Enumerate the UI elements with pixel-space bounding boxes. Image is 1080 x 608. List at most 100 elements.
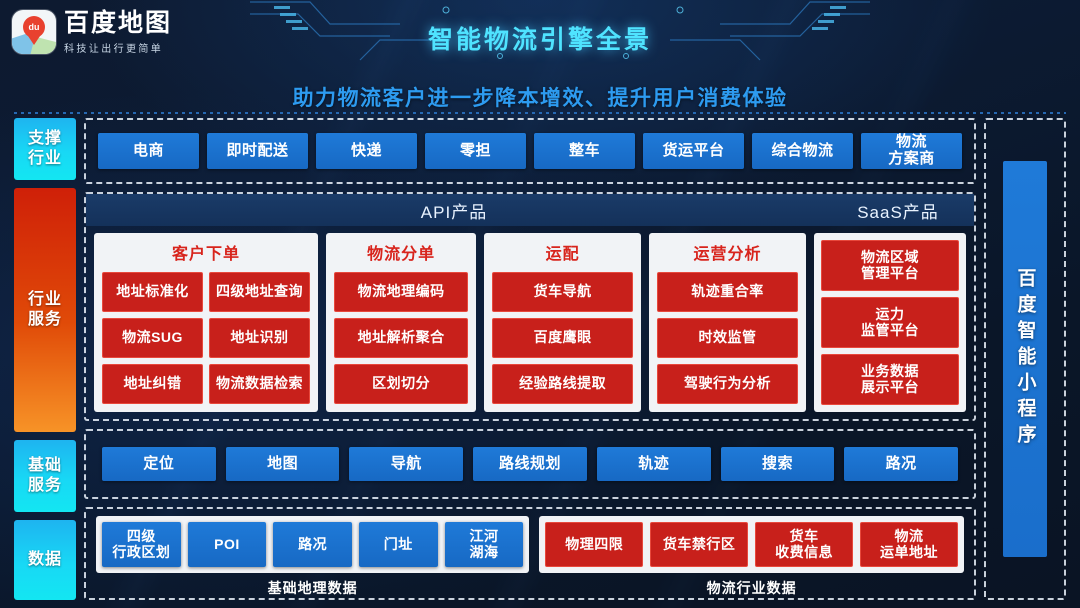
header-subtitle-wrap: 助力物流客户进一步降本增效、提升用户消费体验 bbox=[0, 82, 1080, 112]
api-feature-chip[interactable]: 物流SUG bbox=[102, 318, 203, 358]
api-feature-chip[interactable]: 货车导航 bbox=[492, 272, 634, 312]
mini-program-label: 百度智能小程序 bbox=[1014, 267, 1036, 450]
data-panel: 四级 行政区划 POI 路况 门址 江河 湖海 bbox=[96, 516, 530, 573]
support-industry-button[interactable]: 快递 bbox=[316, 133, 417, 169]
base-service-label: 路况 bbox=[885, 454, 917, 472]
api-card-column: 地址标准化物流SUG 地址纠错 bbox=[102, 272, 203, 404]
rail-label-data: 数据 bbox=[14, 520, 76, 600]
base-service-button[interactable]: 轨迹 bbox=[596, 447, 711, 481]
api-card-column: 物流地理编码 地址解析聚合 区划切分 bbox=[334, 272, 469, 404]
api-product-card: 物流分单物流地理编码 地址解析聚合 区划切分 bbox=[326, 233, 477, 412]
support-industry-button[interactable]: 物流 方案商 bbox=[861, 133, 962, 169]
rail-base-line2: 服务 bbox=[27, 477, 62, 494]
saas-platform-chip[interactable]: 业务数据 展示平台 bbox=[821, 354, 959, 405]
data-group-caption: 物流行业数据 bbox=[706, 580, 797, 596]
support-industry-button[interactable]: 电商 bbox=[98, 133, 199, 169]
support-industry-label: 快递 bbox=[350, 141, 382, 159]
data-panel: 物理四限 货车禁行区 货车 收费信息 物流 运单地址 bbox=[539, 516, 964, 573]
api-product-card: 客户下单 地址标准化 物流SUG 地址纠错 四级地址查询 地址识别 物流数据检索 bbox=[94, 233, 318, 412]
geo-data-chip[interactable]: POI bbox=[187, 522, 267, 567]
saas-products-card: 物流区域 管理平台 运力 监管平台 业务数据 展示平台 bbox=[814, 233, 966, 412]
base-service-label: 定位 bbox=[143, 454, 175, 472]
api-feature-chip[interactable]: 地址纠错 bbox=[102, 364, 203, 404]
api-card-items: 地址标准化 物流SUG 地址纠错 四级地址查询 地址识别 物流数据检索 bbox=[102, 272, 310, 404]
api-card-title: 物流分单 bbox=[367, 246, 436, 263]
support-industry-button[interactable]: 综合物流 bbox=[752, 133, 853, 169]
geo-data-chip[interactable]: 四级 行政区划 bbox=[102, 522, 181, 567]
api-card-title: 客户下单 bbox=[171, 246, 240, 263]
rail-support-line2: 行业 bbox=[27, 150, 62, 167]
api-card-title: 运配 bbox=[545, 246, 580, 263]
base-service-button[interactable]: 定位 bbox=[102, 447, 216, 481]
support-industry-label: 整车 bbox=[568, 141, 600, 159]
data-group: 物理四限 货车禁行区 货车 收费信息 物流 运单地址物流行业数据 bbox=[539, 516, 964, 598]
geo-data-chip[interactable]: 江河 湖海 bbox=[444, 522, 524, 567]
logistics-data-chip[interactable]: 货车 收费信息 bbox=[755, 522, 854, 567]
base-service-label: 轨迹 bbox=[638, 454, 670, 472]
api-feature-chip[interactable]: 地址标准化 bbox=[102, 272, 203, 312]
geo-data-chip[interactable]: 路况 bbox=[273, 522, 352, 567]
support-industry-label: 综合物流 bbox=[771, 141, 834, 159]
base-service-label: 搜索 bbox=[761, 454, 793, 472]
support-industry-button[interactable]: 整车 bbox=[534, 133, 635, 169]
data-section: 四级 行政区划 POI 路况 门址 江河 湖海 基础地理数据 物理四限 货车禁行区 货车 收费信息 物流… bbox=[84, 507, 976, 600]
api-card-column: 四级地址查询 地址识别物流数据检索 bbox=[209, 272, 310, 404]
base-services-section: 定位 地图 导航 路线规划 轨迹 搜索 路况 bbox=[84, 429, 976, 499]
api-feature-chip[interactable]: 物流地理编码 bbox=[334, 272, 469, 312]
api-product-card: 运配货车导航百度鹰眼经验路线提取 bbox=[484, 233, 642, 412]
base-service-label: 地图 bbox=[267, 454, 299, 472]
rail-service-line1: 行业 bbox=[27, 291, 62, 309]
dotted-divider bbox=[14, 112, 1066, 114]
support-industry-button[interactable]: 即时配送 bbox=[207, 133, 308, 169]
api-products-header: API产品 bbox=[420, 202, 488, 222]
logistics-data-chip[interactable]: 货车禁行区 bbox=[650, 522, 749, 567]
rail-service-line2: 服务 bbox=[27, 311, 62, 328]
api-feature-chip[interactable]: 百度鹰眼 bbox=[492, 318, 634, 358]
api-feature-chip[interactable]: 经验路线提取 bbox=[492, 364, 634, 404]
api-card-title: 运营分析 bbox=[693, 246, 762, 263]
page-subtitle: 助力物流客户进一步降本增效、提升用户消费体验 bbox=[292, 87, 788, 110]
api-feature-chip[interactable]: 轨迹重合率 bbox=[657, 272, 798, 312]
industry-service-section: API产品 SaaS产品 客户下单 地址标准化 物流SUG 地址纠错 四级地址查询 地址识… bbox=[84, 192, 976, 421]
rail-support-line1: 支撑 bbox=[27, 130, 62, 148]
saas-products-header: SaaS产品 bbox=[857, 202, 939, 222]
mini-program-panel: 百度智能小程序 bbox=[984, 118, 1066, 600]
service-headers: API产品 SaaS产品 bbox=[86, 194, 974, 226]
geo-data-chip[interactable]: 门址 bbox=[358, 522, 438, 567]
service-cards: 客户下单 地址标准化 物流SUG 地址纠错 四级地址查询 地址识别 物流数据检索 物流分单 物流… bbox=[86, 226, 974, 419]
api-feature-chip[interactable]: 地址识别 bbox=[209, 318, 310, 358]
api-feature-chip[interactable]: 物流数据检索 bbox=[209, 364, 310, 404]
support-industry-label: 电商 bbox=[132, 141, 164, 159]
diagram-body: 支撑 行业 行业 服务 基础 服务 数据 电商 即时配送 快递 零担 整车 货运平台 综合物… bbox=[14, 118, 1066, 600]
api-feature-chip[interactable]: 驾驶行为分析 bbox=[657, 364, 798, 404]
base-service-button[interactable]: 导航 bbox=[349, 447, 464, 481]
rail-label-industry-service: 行业 服务 bbox=[14, 188, 76, 432]
support-industry-button[interactable]: 零担 bbox=[425, 133, 526, 169]
api-card-items: 轨迹重合率时效监管驾驶行为分析 bbox=[657, 272, 798, 404]
base-service-button[interactable]: 搜索 bbox=[720, 447, 835, 481]
saas-platform-chip[interactable]: 运力 监管平台 bbox=[821, 297, 959, 348]
center-stack: 电商 即时配送 快递 零担 整车 货运平台 综合物流 物流 方案商 API产品 SaaS产品 客… bbox=[84, 118, 976, 600]
saas-platform-chip[interactable]: 物流区域 管理平台 bbox=[821, 240, 959, 291]
api-feature-chip[interactable]: 地址解析聚合 bbox=[334, 318, 469, 358]
base-service-button[interactable]: 路况 bbox=[844, 447, 959, 481]
mini-program-column: 百度智能小程序 bbox=[984, 118, 1066, 600]
api-feature-chip[interactable]: 四级地址查询 bbox=[209, 272, 310, 312]
base-service-button[interactable]: 路线规划 bbox=[473, 447, 587, 481]
api-feature-chip[interactable]: 区划切分 bbox=[334, 364, 469, 404]
support-industry-label: 即时配送 bbox=[226, 141, 289, 159]
poster-canvas: du 百度地图 科技让出行更简单 智能物流引擎全景 助力物流客户进一步降本增效、… bbox=[0, 0, 1080, 608]
rail-label-base-service: 基础 服务 bbox=[14, 440, 76, 512]
logistics-data-chip[interactable]: 物流 运单地址 bbox=[860, 522, 958, 567]
logistics-data-chip[interactable]: 物理四限 bbox=[545, 522, 644, 567]
base-service-button[interactable]: 地图 bbox=[225, 447, 340, 481]
api-card-column: 货车导航百度鹰眼经验路线提取 bbox=[492, 272, 634, 404]
mini-program-button[interactable]: 百度智能小程序 bbox=[1003, 160, 1047, 558]
api-feature-chip[interactable]: 时效监管 bbox=[657, 318, 798, 358]
data-group-caption: 基础地理数据 bbox=[267, 580, 358, 596]
api-card-column: 轨迹重合率时效监管驾驶行为分析 bbox=[657, 272, 798, 404]
support-industry-button[interactable]: 货运平台 bbox=[643, 133, 744, 169]
base-service-label: 路线规划 bbox=[499, 454, 562, 472]
rail-base-line1: 基础 bbox=[27, 457, 62, 475]
support-industry-label: 零担 bbox=[459, 141, 491, 159]
